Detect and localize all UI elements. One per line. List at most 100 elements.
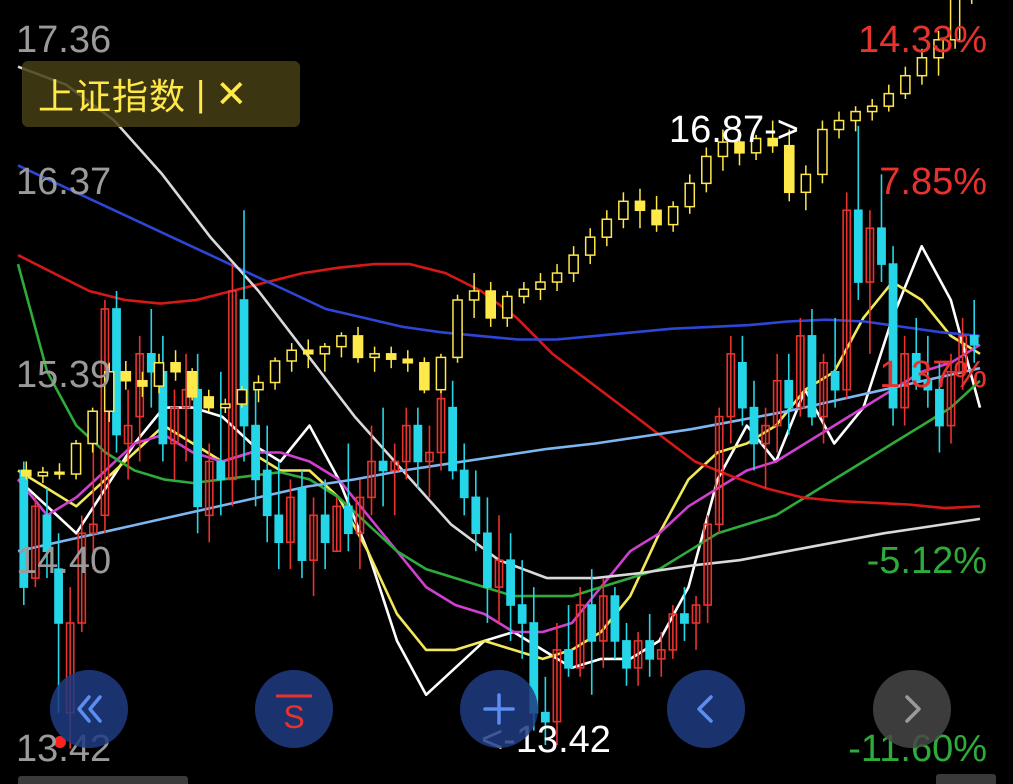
index-candle [866,105,878,113]
bottom-tab-indicator [18,776,188,784]
high-annotation: 16.87-> [669,109,799,151]
overlay-s-icon: S [276,694,312,734]
index-candle [253,381,264,391]
stock-candle [610,595,620,642]
index-candle [87,410,98,445]
index-candle [468,290,480,301]
close-icon[interactable]: ✕ [215,72,247,117]
index-candle [485,290,497,319]
stock-candle [471,496,481,535]
stock-candle [969,335,979,346]
stock-candle [622,640,631,669]
index-overlay-legend[interactable]: 上证指数 | ✕ [22,61,300,127]
stock-candle [216,460,226,481]
overlay-button[interactable]: S [255,670,333,748]
index-candle [900,74,911,95]
prev-button[interactable] [667,670,745,748]
index-candle [833,119,845,131]
double-chevron-left-icon [77,695,102,723]
index-candle [518,288,530,298]
index-candle [419,362,430,391]
legend-separator: | [196,73,206,114]
pct-label-1: 14.33% [858,19,987,61]
stock-candle [749,406,759,445]
stock-candle [680,613,689,624]
index-candle [137,379,148,387]
index-candle [120,371,132,382]
next-button[interactable] [873,670,951,748]
stock-candle [877,227,886,265]
stock-candle [784,379,794,409]
index-candle [319,345,331,355]
index-candle [667,205,679,226]
pct-label-3: 1.37% [879,354,987,396]
index-candle [883,92,895,107]
stock-candle [483,532,492,588]
stock-candle [413,424,423,463]
index-candle [568,254,579,274]
y-label-2: 16.37 [16,161,112,203]
index-candle [352,335,364,359]
index-candle [501,295,513,319]
index-candle [618,200,629,220]
index-candle [435,356,447,391]
zoom-in-button[interactable] [460,670,538,748]
stock-candle [830,370,840,391]
index-candle [651,209,662,226]
pct-label-4: -5.12% [866,540,987,582]
stock-candle [587,604,597,642]
index-candle [153,362,165,387]
index-candle [302,349,314,355]
y-label-3: 15.39 [16,354,112,396]
stock-candle [297,487,307,561]
index-candle [54,471,65,475]
stock-candle [564,649,573,669]
stock-candle [645,640,655,660]
y-label-4: 14.40 [16,540,112,582]
stock-candle [320,514,330,544]
index-candle [70,442,82,475]
ma-line-1 [17,244,982,697]
index-candle [634,200,646,212]
index-candle [402,358,414,364]
index-candle [236,388,248,405]
svg-text:S: S [283,699,304,734]
index-candle [551,272,563,283]
stock-candle [459,469,469,499]
index-candle [203,396,215,409]
stock-candle [274,514,284,544]
index-candle [817,128,828,176]
bottom-tab-indicator-right [936,774,996,784]
index-candle [170,362,181,373]
index-candle [800,173,812,194]
index-candle [220,403,231,409]
ma-line-6 [17,164,981,341]
fast-back-button[interactable] [50,670,128,748]
index-candle [584,236,596,256]
index-name: 上证指数 [38,76,187,117]
index-candle [701,155,712,185]
stock-candle [343,505,353,535]
index-candle [286,349,297,362]
stock-candle [193,388,203,508]
index-candle [684,182,696,208]
index-candle [336,335,347,348]
index-candle [385,353,397,360]
chevron-right-icon [905,695,921,723]
pct-label-2: 7.85% [879,161,987,203]
stock-candle [448,406,458,472]
plus-icon [483,693,515,725]
stock-candle [251,424,260,481]
stock-candle [807,335,817,418]
index-candle [601,218,613,238]
index-candle [850,110,861,122]
index-candle [452,299,463,359]
index-candle [20,469,32,477]
stock-candle [262,469,272,517]
chevron-left-icon [697,695,713,723]
index-candle [369,353,380,359]
y-label-1: 17.36 [16,19,112,61]
index-candle [783,144,795,194]
stock-candle [853,209,863,283]
index-candle [37,471,49,477]
